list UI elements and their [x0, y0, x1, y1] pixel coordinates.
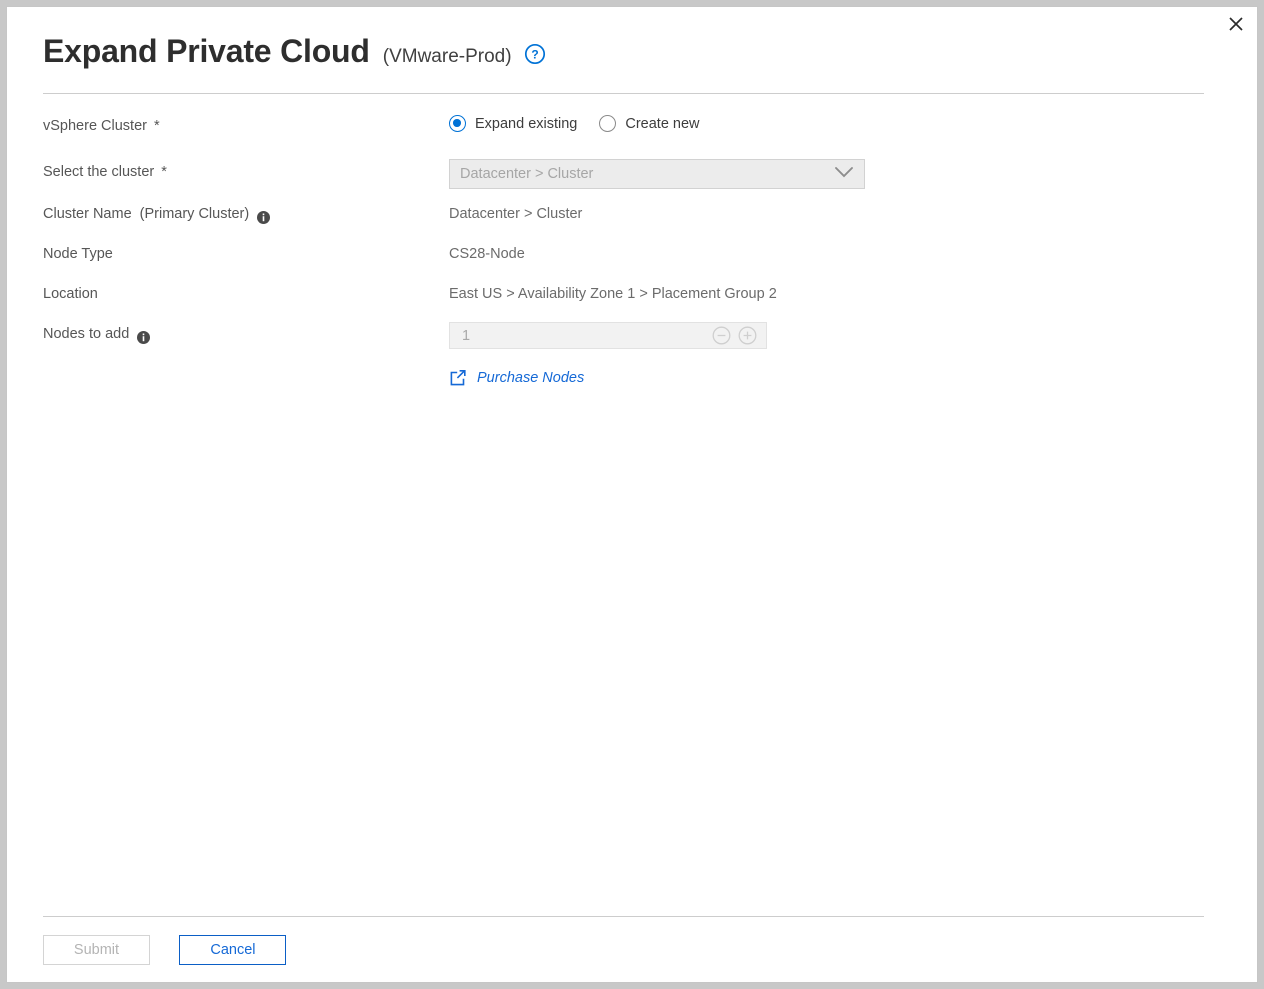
cluster-select[interactable]: Datacenter > Cluster	[449, 159, 865, 189]
radio-expand-existing[interactable]: Expand existing	[449, 115, 577, 132]
plus-circle-icon[interactable]	[734, 323, 760, 349]
external-link-glyph	[449, 369, 467, 387]
info-icon[interactable]	[137, 329, 150, 342]
purchase-nodes-label: Purchase Nodes	[477, 370, 584, 386]
page-subtitle: (VMware-Prod)	[383, 47, 512, 66]
svg-text:?: ?	[531, 47, 538, 61]
label-location-text: Location	[43, 283, 98, 305]
close-glyph	[1228, 16, 1244, 32]
value-node-type: CS28-Node	[449, 243, 525, 265]
page-title: Expand Private Cloud	[43, 35, 370, 67]
radio-create-new-indicator	[599, 115, 616, 132]
submit-button[interactable]: Submit	[43, 935, 150, 965]
plus-circle-glyph	[738, 326, 757, 345]
row-location: Location East US > Availability Zone 1 >…	[7, 283, 1257, 305]
label-node-type: Node Type	[43, 243, 113, 265]
label-nodes-to-add-text: Nodes to add	[43, 323, 129, 345]
close-icon[interactable]	[1223, 11, 1249, 37]
external-link-icon	[449, 369, 467, 387]
radio-expand-existing-indicator	[449, 115, 466, 132]
label-select-cluster-text: Select the cluster	[43, 161, 154, 183]
label-nodes-to-add: Nodes to add	[43, 323, 150, 345]
label-location: Location	[43, 283, 98, 305]
mode-radio-group: Expand existing Create new	[449, 115, 722, 132]
label-node-type-text: Node Type	[43, 243, 113, 265]
row-nodes-to-add: Nodes to add	[7, 323, 1257, 345]
minus-circle-glyph	[712, 326, 731, 345]
cluster-select-value: Datacenter > Cluster	[460, 166, 834, 182]
minus-circle-icon[interactable]	[708, 323, 734, 349]
radio-expand-existing-label: Expand existing	[475, 116, 577, 132]
value-cluster-name: Datacenter > Cluster	[449, 203, 582, 225]
question-circle-icon[interactable]: ?	[524, 43, 546, 65]
row-select-cluster: Select the cluster * Datacenter > Cluste…	[7, 155, 1257, 177]
label-cluster-name-text: Cluster Name	[43, 203, 132, 225]
nodes-to-add-stepper	[449, 322, 767, 349]
row-vsphere-cluster: vSphere Cluster * Expand existing Create…	[7, 115, 1257, 137]
question-circle-glyph: ?	[524, 43, 546, 65]
label-cluster-name: Cluster Name (Primary Cluster)	[43, 203, 270, 225]
cancel-button[interactable]: Cancel	[179, 935, 286, 965]
info-glyph	[137, 331, 150, 344]
row-node-type: Node Type CS28-Node	[7, 243, 1257, 265]
label-select-cluster: Select the cluster *	[43, 161, 167, 183]
footer-actions: Submit Cancel	[43, 935, 286, 965]
nodes-to-add-input[interactable]	[462, 323, 708, 348]
header-divider	[43, 93, 1204, 94]
expand-private-cloud-dialog: Expand Private Cloud (VMware-Prod) ? vSp…	[6, 6, 1258, 983]
footer-divider	[43, 916, 1204, 917]
value-location: East US > Availability Zone 1 > Placemen…	[449, 283, 777, 305]
required-asterisk: *	[161, 161, 167, 183]
label-vsphere-cluster: vSphere Cluster *	[43, 115, 160, 137]
row-purchase-nodes: Purchase Nodes	[7, 369, 1257, 391]
purchase-nodes-link[interactable]: Purchase Nodes	[449, 369, 584, 387]
required-asterisk: *	[154, 115, 160, 137]
chevron-down-glyph	[834, 166, 854, 178]
info-icon[interactable]	[257, 209, 270, 222]
label-cluster-name-suffix: (Primary Cluster)	[140, 203, 250, 225]
label-vsphere-cluster-text: vSphere Cluster	[43, 115, 147, 137]
row-cluster-name: Cluster Name (Primary Cluster) Datacente…	[7, 203, 1257, 225]
radio-create-new-label: Create new	[625, 116, 699, 132]
dialog-header: Expand Private Cloud (VMware-Prod) ?	[43, 35, 546, 67]
chevron-down-icon	[834, 165, 854, 183]
info-glyph	[257, 211, 270, 224]
radio-create-new[interactable]: Create new	[599, 115, 699, 132]
